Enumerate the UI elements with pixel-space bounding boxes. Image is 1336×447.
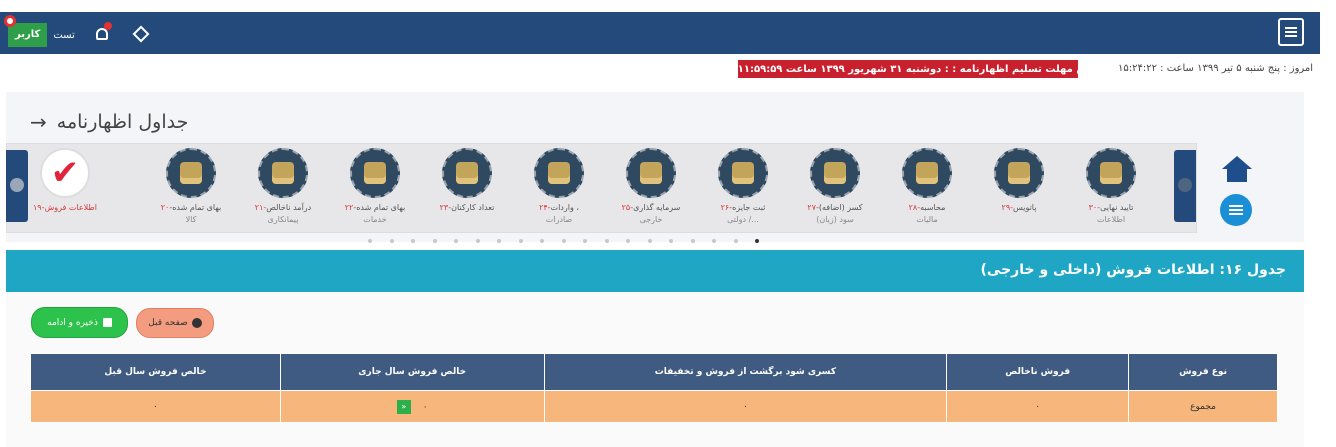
- carousel-pagination: [368, 239, 759, 243]
- expand-icon[interactable]: »: [396, 399, 411, 414]
- page-title: → جداول اظهارنامه: [30, 110, 188, 134]
- table-title: جدول ۱۶: اطلاعات فروش (داخلی و خارجی): [980, 262, 1286, 278]
- calculator-icon: [166, 148, 216, 198]
- page-dot[interactable]: [626, 239, 630, 243]
- page-dot-active[interactable]: [755, 239, 759, 243]
- carousel-item[interactable]: ۲۰-بهای تمام شده کالا: [146, 148, 236, 228]
- user-badge-label: کاربر: [15, 29, 41, 40]
- column-header: خالص فروش سال جاری: [279, 353, 545, 391]
- documents-icon: [1086, 148, 1136, 198]
- back-arrow-icon[interactable]: →: [30, 110, 47, 134]
- arrow-circle-icon: [191, 318, 202, 328]
- column-header: نوع فروش: [1128, 353, 1278, 391]
- carousel-item[interactable]: ۲۸-محاسبه مالیات: [882, 148, 972, 228]
- carousel-item-active[interactable]: ✔ ۱۹-اطلاعات فروش: [20, 148, 110, 228]
- page-dot[interactable]: [712, 239, 716, 243]
- user-status-icon: [4, 15, 16, 27]
- carousel-item[interactable]: ۳۰-تایید نهایی اطلاعات: [1066, 148, 1156, 228]
- page-dot[interactable]: [518, 239, 523, 243]
- carousel-item[interactable]: ۲۲-بهای تمام شده خدمات: [330, 148, 420, 228]
- page-dot[interactable]: [475, 239, 480, 243]
- table-cell: ۰: [543, 390, 948, 423]
- page-dot[interactable]: [411, 239, 415, 243]
- page-title-text: جداول اظهارنامه: [56, 111, 189, 133]
- table-cell: » ۰: [279, 390, 545, 423]
- user-badge[interactable]: کاربر: [4, 15, 48, 47]
- notification-dot-icon: [104, 22, 112, 30]
- sales-table: خالص فروش سال قبل خالص فروش سال جاری کسر…: [30, 353, 1278, 423]
- column-header: فروش ناخالص: [946, 353, 1130, 391]
- column-header: خالص فروش سال قبل: [30, 353, 281, 391]
- carousel-item[interactable]: ۲۶-ثبت جایزه دولتی /...: [698, 148, 788, 228]
- deadline-banner: آخرین مهلت تسلیم اظهارنامه : : دوشنبه ۳۱…: [738, 60, 1078, 78]
- menu-toggle-button[interactable]: [1278, 18, 1304, 46]
- table-cell: ۰: [30, 390, 281, 423]
- documents-icon: [994, 148, 1044, 198]
- hamburger-icon: [1285, 31, 1297, 33]
- user-name: تست: [53, 29, 75, 41]
- carousel-item[interactable]: ۲۵-سرمایه گذاری خارجی: [606, 148, 696, 228]
- carousel-item[interactable]: ۲۷-کسر (اضافه) سود (زیان): [790, 148, 880, 228]
- table-header-row: خالص فروش سال قبل خالص فروش سال جاری کسر…: [30, 353, 1278, 391]
- current-date: امروز : پنج شنبه ۵ تیر ۱۳۹۹ ساعت : ۱۵:۲۴…: [1118, 63, 1314, 74]
- carousel-item[interactable]: ۲۴-واردات ، صادرات: [514, 148, 604, 228]
- table-title-bar: جدول ۱۶: اطلاعات فروش (داخلی و خارجی): [6, 250, 1304, 292]
- page-dot[interactable]: [604, 239, 609, 243]
- top-navbar: کاربر تست: [0, 12, 1320, 54]
- page-dot[interactable]: [432, 239, 437, 243]
- carousel-item[interactable]: ۲۱-درآمد ناخالص پیمانکاری: [238, 148, 328, 228]
- carousel-next-button[interactable]: [1174, 150, 1196, 222]
- save-icon: [102, 318, 112, 327]
- table-row: ۰ » ۰ ۰ ۰ مجموع: [30, 390, 1278, 423]
- employees-icon: [442, 148, 492, 198]
- cube-icon[interactable]: [132, 25, 150, 43]
- page-dot[interactable]: [454, 239, 458, 243]
- page-dot[interactable]: [540, 239, 544, 243]
- page-dot[interactable]: [669, 239, 673, 243]
- table-cell: مجموع: [1128, 390, 1278, 423]
- building-icon: [350, 148, 400, 198]
- page-dot[interactable]: [389, 239, 394, 243]
- page-dot[interactable]: [690, 239, 695, 243]
- page-dot[interactable]: [561, 239, 566, 243]
- user-menu[interactable]: کاربر تست: [4, 15, 75, 48]
- investment-icon: [626, 148, 676, 198]
- page-dot[interactable]: [368, 239, 372, 243]
- checkmark-icon: ✔: [40, 148, 90, 198]
- handshake-icon: [718, 148, 768, 198]
- page-dot[interactable]: [647, 239, 652, 243]
- column-header: کسری شود برگشت از فروش و تخفیفات: [543, 353, 948, 391]
- save-continue-label: ذخیره و ادامه: [47, 317, 98, 328]
- save-continue-button[interactable]: ذخیره و ادامه: [31, 307, 128, 338]
- list-icon[interactable]: [1220, 194, 1252, 226]
- home-icon[interactable]: [1222, 156, 1252, 184]
- contract-icon: [258, 148, 308, 198]
- previous-page-button[interactable]: صفحه قبل: [136, 308, 214, 338]
- page-dot[interactable]: [733, 239, 738, 243]
- money-icon: [810, 148, 860, 198]
- previous-page-label: صفحه قبل: [148, 318, 188, 328]
- page-dot[interactable]: [583, 239, 587, 243]
- exchange-icon: [534, 148, 584, 198]
- table-cell: ۰: [946, 390, 1130, 423]
- carousel-item[interactable]: ۲۹-پاتویس: [974, 148, 1064, 228]
- monitor-icon: [902, 148, 952, 198]
- page-dot[interactable]: [497, 239, 501, 243]
- chevron-right-icon: [1178, 178, 1192, 192]
- carousel-item[interactable]: ۲۳-تعداد کارکنان: [422, 148, 512, 228]
